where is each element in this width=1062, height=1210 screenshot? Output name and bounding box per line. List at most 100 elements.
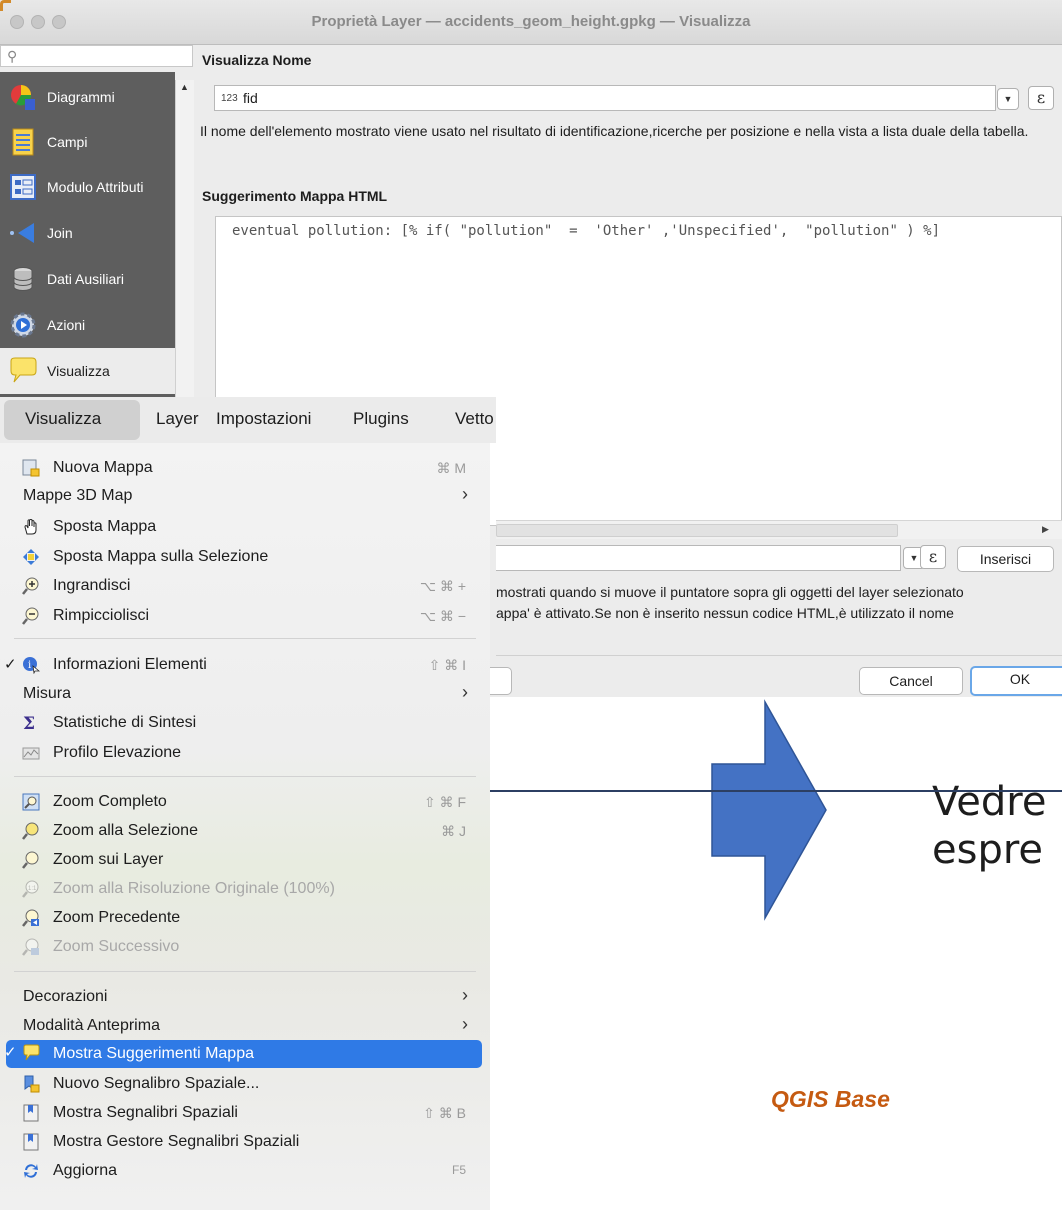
sidebar-item-dati-ausiliari[interactable]: Dati Ausiliari (0, 256, 175, 302)
identify-icon: i (23, 657, 40, 674)
menu-vettore[interactable]: Vetto (455, 409, 494, 429)
sidebar-item-modulo-attributi[interactable]: Modulo Attributi (0, 164, 175, 210)
help-text-line: appa' è attivato.Se non è inserito nessu… (496, 605, 954, 621)
menu-item-statistiche[interactable]: Σ Statistiche di Sintesi (0, 710, 490, 736)
chevron-right-icon: › (462, 985, 468, 1005)
sidebar-item-label: Dati Ausiliari (47, 271, 125, 287)
menu-item-mostra-suggerimenti[interactable]: ✓ Mostra Suggerimenti Mappa (4, 1040, 482, 1068)
menu-item-zoom-layer[interactable]: Zoom sui Layer (0, 847, 490, 873)
scroll-right-icon: ▶ (1042, 524, 1049, 534)
menu-item-label: Zoom Completo (53, 793, 167, 810)
menu-item-label: Mostra Suggerimenti Mappa (53, 1045, 254, 1062)
svg-text:1:1: 1:1 (28, 886, 37, 892)
menu-item-label: Zoom Precedente (53, 909, 181, 926)
zoom-out-icon (22, 607, 39, 625)
zoom-actual-icon: 1:1 (22, 880, 39, 898)
insert-expression-button[interactable]: ε (920, 545, 946, 569)
sidebar-item-visualizza[interactable]: Visualizza (0, 348, 175, 394)
menu-item-label: Zoom Successivo (53, 938, 180, 955)
sidebar-item-campi[interactable]: Campi (0, 119, 175, 165)
menu-item-label: Nuova Mappa (53, 459, 153, 476)
display-name-expression-button[interactable]: ε (1028, 86, 1054, 110)
menu-item-label: Aggiorna (53, 1162, 118, 1179)
menu-item-profilo-elevazione[interactable]: Profilo Elevazione (0, 740, 490, 766)
menu-separator (14, 971, 476, 972)
display-name-dropdown-button[interactable]: ▼ (997, 88, 1019, 110)
pan-to-selection-icon (23, 549, 39, 565)
menu-item-label: Modalità Anteprima (23, 1017, 160, 1034)
menu-item-zoom-completo[interactable]: Zoom Completo ⇧ ⌘ F (0, 789, 490, 815)
new-map-icon (22, 459, 40, 477)
menu-item-label: Misura (23, 685, 72, 702)
cancel-button[interactable]: Cancel (859, 667, 963, 695)
menu-item-label: Mappe 3D Map (23, 487, 133, 504)
fields-icon (12, 128, 34, 156)
menu-item-aggiorna[interactable]: Aggiorna F5 (0, 1158, 490, 1184)
shortcut-text: ⌘ M (436, 460, 466, 476)
slide-footer-title: QGIS Base (771, 1086, 890, 1112)
menu-separator (14, 776, 476, 777)
editor-horizontal-scrollbar[interactable]: ▶ (496, 520, 1062, 539)
slide-text-line: espre (932, 827, 1044, 873)
join-icon (10, 223, 34, 243)
sidebar-item-join[interactable]: Join (0, 210, 175, 256)
new-bookmark-icon (24, 1075, 40, 1093)
menu-layer[interactable]: Layer (156, 409, 199, 429)
sidebar-item-diagrammi[interactable]: Diagrammi (0, 74, 175, 120)
menu-item-gestore-segnalibri[interactable]: Mostra Gestore Segnalibri Spaziali (0, 1129, 490, 1155)
menu-item-label: Rimpicciolisci (53, 607, 150, 624)
menu-item-sposta-mappa[interactable]: Sposta Mappa (0, 514, 490, 540)
scrollbar-thumb[interactable] (496, 524, 898, 537)
menu-separator (14, 638, 476, 639)
zoom-last-icon (22, 909, 39, 927)
menu-item-label: Mostra Segnalibri Spaziali (53, 1104, 238, 1121)
shortcut-text: ⌥ ⌘ + (419, 578, 466, 594)
menu-item-decorazioni[interactable]: Decorazioni › (0, 984, 490, 1010)
footer-divider (496, 655, 1062, 656)
attribute-form-icon (10, 174, 36, 200)
shortcut-text: ⌘ J (441, 823, 466, 839)
menu-item-zoom-risoluzione: 1:1 Zoom alla Risoluzione Originale (100… (0, 876, 490, 902)
display-name-value: fid (243, 90, 258, 106)
menu-item-mostra-segnalibri[interactable]: Mostra Segnalibri Spaziali ⇧ ⌘ B (0, 1100, 490, 1126)
checkmark-icon: ✓ (4, 656, 17, 673)
sidebar-scrollbar[interactable]: ▲ (175, 80, 194, 397)
menu-item-label: Zoom sui Layer (53, 851, 164, 868)
insert-field-combobox[interactable] (496, 545, 901, 571)
menu-item-informazioni-elementi[interactable]: ✓ i Informazioni Elementi ⇧ ⌘ I (0, 652, 490, 678)
menu-item-label: Profilo Elevazione (53, 744, 182, 761)
menu-item-label: Sposta Mappa (53, 518, 157, 535)
menu-visualizza[interactable]: Visualizza (25, 409, 101, 429)
sidebar-item-label: Join (47, 225, 73, 241)
menu-item-rimpicciolisci[interactable]: Rimpicciolisci ⌥ ⌘ − (0, 603, 490, 629)
menu-item-zoom-precedente[interactable]: Zoom Precedente (0, 905, 490, 931)
speech-bubble-icon (10, 357, 37, 383)
menu-item-label: Ingrandisci (53, 577, 131, 594)
sidebar-item-azioni[interactable]: Azioni (0, 302, 175, 348)
shortcut-text: ⇧ ⌘ I (428, 657, 466, 673)
menu-plugins[interactable]: Plugins (353, 409, 409, 429)
pan-hand-icon (24, 519, 37, 535)
zoom-selection-icon (22, 822, 39, 840)
menu-item-nuovo-segnalibro[interactable]: Nuovo Segnalibro Spaziale... (0, 1071, 490, 1097)
auxiliary-storage-icon (13, 267, 33, 291)
menu-impostazioni[interactable]: Impostazioni (216, 409, 311, 429)
refresh-icon (24, 1164, 38, 1178)
ok-button[interactable]: OK (970, 666, 1062, 696)
sidebar-search-input[interactable]: ⚲ (0, 45, 193, 67)
display-name-description: Il nome dell'elemento mostrato viene usa… (200, 123, 1029, 139)
menu-item-mappe-3d[interactable]: Mappe 3D Map › (0, 483, 490, 509)
menu-item-modalita-anteprima[interactable]: Modalità Anteprima › (0, 1013, 490, 1039)
insert-button[interactable]: Inserisci (957, 546, 1054, 572)
menu-item-ingrandisci[interactable]: Ingrandisci ⌥ ⌘ + (0, 573, 490, 599)
elevation-profile-icon (22, 747, 40, 760)
display-name-field[interactable]: 123 fid (214, 85, 996, 111)
shortcut-text: F5 (451, 1163, 466, 1177)
properties-sidebar: Diagrammi Campi Modulo Attributi Join Da… (0, 72, 175, 397)
sidebar-item-label: Diagrammi (47, 89, 115, 105)
menu-item-nuova-mappa[interactable]: Nuova Mappa ⌘ M (0, 455, 490, 481)
menu-item-sposta-selezione[interactable]: Sposta Mappa sulla Selezione (0, 544, 490, 570)
chevron-right-icon: › (462, 682, 468, 702)
menu-item-zoom-selezione[interactable]: Zoom alla Selezione ⌘ J (0, 818, 490, 844)
menu-item-misura[interactable]: Misura › (0, 681, 490, 707)
